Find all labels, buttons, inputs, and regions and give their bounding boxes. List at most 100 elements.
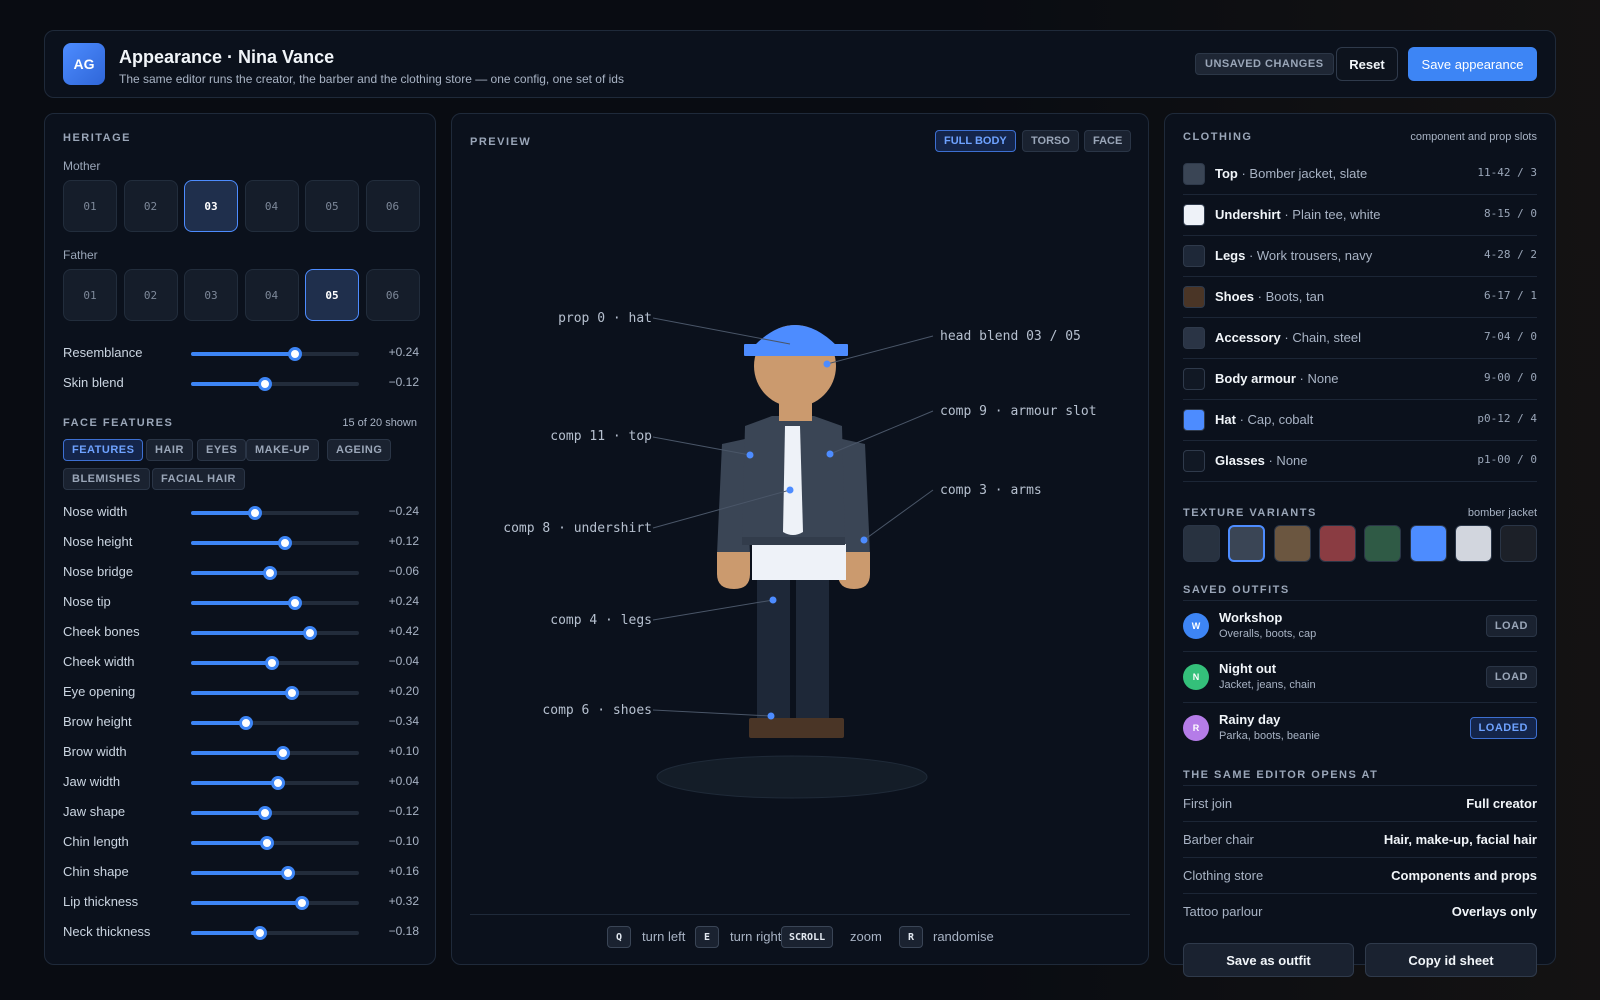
texture-variant-3[interactable] [1273, 525, 1311, 562]
texture-variant-8[interactable] [1500, 525, 1538, 562]
tab-blemishes[interactable]: BLEMISHES [63, 468, 150, 490]
slider-label: Resemblance [63, 345, 143, 360]
outfit-night-out: N Night out Jacket, jeans, chain LOAD [1183, 652, 1537, 703]
slider-track[interactable] [191, 656, 359, 670]
slider-track[interactable] [191, 806, 359, 820]
father-option-03[interactable]: 03 [184, 269, 238, 321]
slider-row: Nose width −0.24 [63, 502, 419, 522]
slider-handle[interactable] [271, 776, 286, 790]
slider-handle[interactable] [288, 347, 303, 361]
slider-track[interactable] [191, 866, 359, 880]
app-logo: AG [63, 43, 105, 85]
slider-handle[interactable] [259, 836, 274, 850]
copy-id-sheet-button[interactable]: Copy id sheet [1365, 943, 1537, 977]
slider-handle[interactable] [278, 536, 293, 550]
slider-value: −0.18 [388, 924, 419, 938]
slider-handle[interactable] [257, 377, 272, 391]
slider-handle[interactable] [284, 686, 299, 700]
slider-handle[interactable] [252, 926, 267, 940]
texture-variant-2[interactable] [1228, 525, 1266, 562]
slider-value: +0.42 [388, 624, 419, 638]
mother-option-03[interactable]: 03 [184, 180, 238, 232]
slider-track[interactable] [191, 377, 359, 391]
opens-at-context: Barber chair [1183, 832, 1254, 847]
slider-track[interactable] [191, 686, 359, 700]
mother-option-06[interactable]: 06 [365, 180, 420, 232]
slider-track[interactable] [191, 566, 359, 580]
tab-features[interactable]: FEATURES [63, 439, 144, 461]
slider-handle[interactable] [281, 866, 296, 880]
slider-track[interactable] [191, 926, 359, 940]
tab-hair[interactable]: HAIR [146, 439, 193, 461]
father-option-05[interactable]: 05 [305, 269, 359, 321]
outfit-load-button[interactable]: LOAD [1485, 615, 1537, 637]
slider-track[interactable] [191, 896, 359, 910]
clothing-slot-accessory[interactable]: Accessory · Chain, steel 7-04 / 0 [1183, 318, 1537, 359]
color-swatch [1183, 163, 1205, 185]
clothing-slot-shoes[interactable]: Shoes · Boots, tan 6-17 / 1 [1183, 277, 1537, 318]
slider-track[interactable] [191, 506, 359, 520]
callout-head: head blend 03 / 05 [940, 329, 1081, 344]
texture-variant-7[interactable] [1454, 525, 1492, 562]
slider-track[interactable] [191, 746, 359, 760]
mother-option-04[interactable]: 04 [244, 180, 299, 232]
slider-fill [191, 382, 265, 386]
character-preview[interactable] [452, 114, 1150, 914]
slider-track[interactable] [191, 836, 359, 850]
color-swatch [1183, 450, 1205, 472]
slider-row: Jaw width +0.04 [63, 772, 419, 792]
texture-variant-6[interactable] [1409, 525, 1447, 562]
slot-title: Hat [1215, 412, 1236, 427]
tab-facial-hair[interactable]: FACIAL HAIR [152, 468, 245, 490]
save-appearance-button[interactable]: Save appearance [1408, 47, 1537, 81]
ground-shadow [656, 755, 928, 799]
key-hint-e: E [695, 926, 719, 948]
clothing-slot-body-armour[interactable]: Body armour · None 9-00 / 0 [1183, 359, 1537, 400]
color-swatch [1183, 409, 1205, 431]
clothing-slot-undershirt[interactable]: Undershirt · Plain tee, white 8-15 / 0 [1183, 195, 1537, 236]
clothing-slot-legs[interactable]: Legs · Work trousers, navy 4-28 / 2 [1183, 236, 1537, 277]
slider-handle[interactable] [303, 626, 318, 640]
texture-variant-1[interactable] [1183, 525, 1220, 562]
clothing-slot-hat[interactable]: Hat · Cap, cobalt p0-12 / 4 [1183, 400, 1537, 441]
slider-handle[interactable] [262, 566, 277, 580]
mother-option-01[interactable]: 01 [63, 180, 117, 232]
slider-label: Chin length [63, 834, 129, 849]
slot-title: Undershirt [1215, 207, 1281, 222]
save-as-outfit-button[interactable]: Save as outfit [1183, 943, 1354, 977]
father-option-06[interactable]: 06 [365, 269, 420, 321]
slider-handle[interactable] [288, 596, 303, 610]
texture-variant-5[interactable] [1364, 525, 1402, 562]
slider-track[interactable] [191, 536, 359, 550]
slider-track[interactable] [191, 716, 359, 730]
clothing-slot-glasses[interactable]: Glasses · None p1-00 / 0 [1183, 441, 1537, 482]
opens-at-context: Tattoo parlour [1183, 904, 1263, 919]
clothing-slot-top[interactable]: Top · Bomber jacket, slate 11-42 / 3 [1183, 154, 1537, 195]
slider-handle[interactable] [276, 746, 291, 760]
father-option-01[interactable]: 01 [63, 269, 117, 321]
father-option-02[interactable]: 02 [123, 269, 178, 321]
tab-ageing[interactable]: AGEING [327, 439, 392, 461]
slider-track[interactable] [191, 347, 359, 361]
slider-handle[interactable] [264, 656, 279, 670]
slider-handle[interactable] [239, 716, 254, 730]
tab-eyes[interactable]: EYES [197, 439, 247, 461]
slider-fill [191, 601, 296, 605]
father-option-04[interactable]: 04 [244, 269, 299, 321]
mother-option-02[interactable]: 02 [123, 180, 178, 232]
slider-track[interactable] [191, 626, 359, 640]
tab-make-up[interactable]: MAKE-UP [246, 439, 319, 461]
slider-track[interactable] [191, 776, 359, 790]
slider-handle[interactable] [257, 806, 272, 820]
outfit-load-button[interactable]: LOAD [1485, 666, 1537, 688]
reset-button[interactable]: Reset [1336, 47, 1398, 81]
slot-id: 4-28 / 2 [1484, 248, 1537, 261]
color-swatch [1183, 368, 1205, 390]
texture-variant-4[interactable] [1318, 525, 1356, 562]
slider-handle[interactable] [247, 506, 262, 520]
mother-option-05[interactable]: 05 [305, 180, 359, 232]
outfit-load-button[interactable]: LOADED [1469, 717, 1537, 739]
slot-description: · Boots, tan [1254, 289, 1325, 304]
slider-track[interactable] [191, 596, 359, 610]
slider-handle[interactable] [294, 896, 309, 910]
